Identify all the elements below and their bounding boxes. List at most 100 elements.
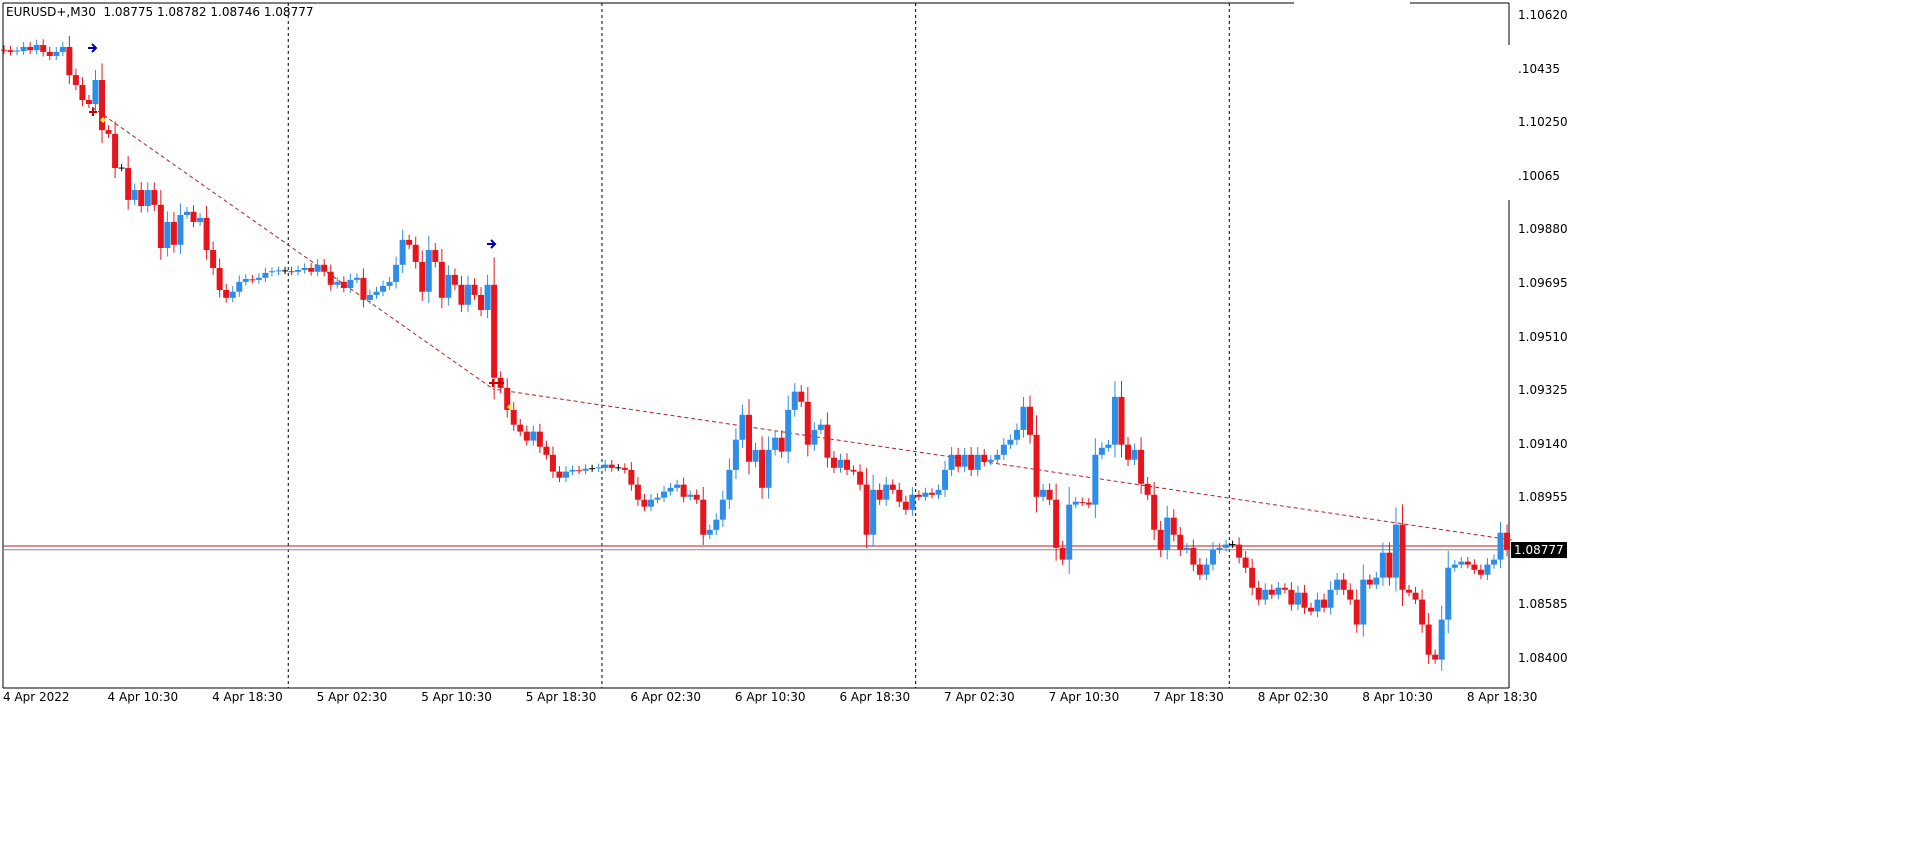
candle-body xyxy=(255,277,262,280)
candle xyxy=(844,453,851,476)
candle-body xyxy=(1105,444,1112,448)
candle-body xyxy=(1419,599,1426,625)
candle xyxy=(131,183,138,206)
candle-body xyxy=(621,467,628,470)
candle xyxy=(582,464,589,475)
candle-body xyxy=(582,468,589,471)
candle xyxy=(321,259,328,277)
candle-body xyxy=(1040,489,1047,497)
candle xyxy=(1072,497,1079,509)
candle xyxy=(876,483,883,505)
candle-body xyxy=(654,497,661,500)
candle xyxy=(817,419,824,435)
candle xyxy=(203,205,210,260)
candle-body xyxy=(308,267,315,272)
candle-body xyxy=(85,99,92,105)
candle xyxy=(197,212,204,226)
candle xyxy=(739,404,746,448)
candle-body xyxy=(844,459,851,470)
candle-body xyxy=(791,391,798,410)
candle-body xyxy=(1504,532,1511,550)
candle xyxy=(301,263,308,274)
candle-body xyxy=(817,424,824,430)
price-tick-label: 1.09695 xyxy=(1518,275,1568,290)
candle xyxy=(1026,395,1033,444)
candle-body xyxy=(811,429,818,445)
candle-body xyxy=(203,217,210,251)
candle xyxy=(1144,477,1151,501)
candle-body xyxy=(1203,564,1210,575)
candle-body xyxy=(340,281,347,288)
candle xyxy=(458,275,465,312)
candle xyxy=(268,267,275,277)
candle xyxy=(1373,571,1380,590)
candle-body xyxy=(105,130,112,134)
candle-body xyxy=(857,471,864,485)
candle-body xyxy=(700,499,707,535)
candle xyxy=(216,258,223,298)
candle-body xyxy=(772,437,779,450)
candle-body xyxy=(353,277,360,280)
candle xyxy=(863,468,870,548)
candle xyxy=(824,412,831,468)
candle xyxy=(608,459,615,472)
candle-body xyxy=(1340,579,1347,590)
candle-body xyxy=(1373,577,1380,585)
candle xyxy=(935,484,942,499)
candle-body xyxy=(1170,517,1177,535)
time-tick-label: 4 Apr 18:30 xyxy=(212,690,283,704)
candle xyxy=(59,41,66,57)
candle xyxy=(1092,438,1099,518)
candle xyxy=(445,265,452,306)
price-tick-label: .10435 xyxy=(1518,61,1560,76)
candle-body xyxy=(928,492,935,495)
candle-body xyxy=(1066,504,1073,560)
candle xyxy=(157,190,164,260)
candle xyxy=(543,440,550,460)
candle-body xyxy=(380,285,387,292)
candle xyxy=(183,206,190,219)
candle xyxy=(255,273,262,284)
candle-body xyxy=(1477,569,1484,575)
candle-body xyxy=(674,484,681,488)
candle xyxy=(915,490,922,501)
candle-body xyxy=(680,484,687,497)
candle xyxy=(1275,582,1282,600)
candle-body xyxy=(1360,579,1367,625)
candle-body xyxy=(164,221,171,249)
candle xyxy=(1203,558,1210,580)
candle xyxy=(1301,584,1308,614)
candle xyxy=(295,265,302,276)
candle xyxy=(647,493,654,512)
candle xyxy=(641,493,648,512)
candle-body xyxy=(1392,524,1399,578)
candle xyxy=(948,447,955,477)
price-chart[interactable] xyxy=(0,0,1916,866)
candle xyxy=(425,235,432,304)
price-tick-label: .10065 xyxy=(1518,168,1560,183)
candle-body xyxy=(981,454,988,462)
candle xyxy=(1125,436,1132,466)
candle xyxy=(1438,605,1445,671)
candle-body xyxy=(33,44,40,51)
candle xyxy=(471,278,478,301)
candle-body xyxy=(837,459,844,468)
candle xyxy=(563,466,570,483)
candle-body xyxy=(1308,607,1314,612)
time-tick-label: 6 Apr 10:30 xyxy=(734,690,806,704)
candle xyxy=(628,462,635,491)
candle-body xyxy=(223,289,230,298)
candle xyxy=(615,463,622,472)
candle-body xyxy=(1059,547,1066,560)
candle-body xyxy=(458,284,465,305)
candle-body xyxy=(210,250,217,268)
candle xyxy=(118,164,125,172)
candle xyxy=(1177,526,1184,557)
candle xyxy=(1085,498,1092,509)
price-tick-label: 1.08400 xyxy=(1518,651,1568,665)
price-tick-label: 1.09510 xyxy=(1518,329,1568,344)
candle-body xyxy=(1053,499,1060,548)
candle xyxy=(1308,602,1314,616)
time-tick-label: 8 Apr 02:30 xyxy=(1257,690,1329,704)
candle xyxy=(785,395,792,464)
